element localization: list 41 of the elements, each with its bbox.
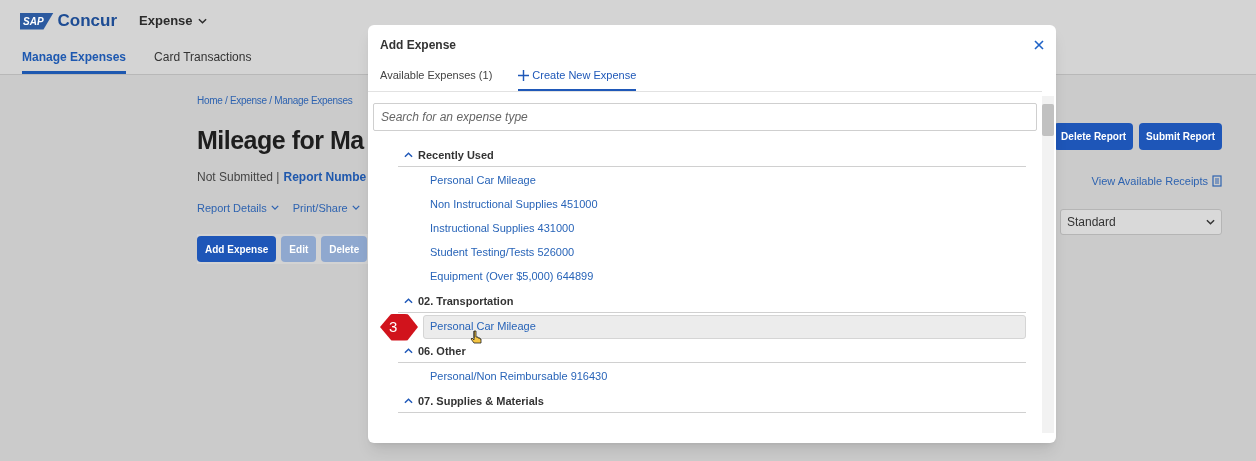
receipts-link[interactable]: View Available Receipts: [1091, 173, 1208, 190]
breadcrumb: Home / Expense / Manage Expenses: [197, 94, 354, 108]
expense-type-item[interactable]: Equipment (Over $5,000) 644899: [423, 264, 1026, 289]
nav-tab[interactable]: Manage Expenses: [22, 42, 127, 74]
chevron-down-icon: [351, 205, 360, 211]
report-button[interactable]: Delete Report: [1054, 123, 1134, 150]
view-select[interactable]: Standard: [1060, 208, 1222, 235]
group-header[interactable]: 02. Transportation: [418, 292, 514, 310]
report-button[interactable]: Submit Report: [1139, 123, 1222, 150]
dialog-tab[interactable]: Available Expenses (1): [380, 67, 493, 91]
report-status: Not Submitted |: [197, 168, 280, 186]
search-field[interactable]: Search for an expense type: [373, 102, 1037, 131]
logo-mark: SAP: [20, 12, 54, 30]
report-title: Mileage for Ma: [197, 125, 366, 156]
expense-type-item[interactable]: Instructional Supplies 431000: [423, 216, 1026, 241]
scrollbar[interactable]: [1042, 95, 1054, 433]
chevron-down-icon: [197, 18, 207, 24]
dialog-title: Add Expense: [380, 37, 457, 54]
receipt-icon: [1212, 175, 1222, 188]
expense-type-item[interactable]: Personal Car Mileage: [423, 168, 1026, 193]
report-menu[interactable]: Report Details: [197, 199, 279, 216]
step-callout: 3: [380, 313, 418, 341]
group-header[interactable]: Recently Used: [418, 146, 494, 164]
action-button[interactable]: Add Expense: [197, 236, 277, 262]
expense-type-item[interactable]: Non Instructional Supplies 451000: [423, 192, 1026, 217]
logo-text: Concur: [57, 10, 118, 33]
report-menu[interactable]: Print/Share: [292, 199, 360, 216]
close-icon[interactable]: [1034, 40, 1044, 50]
group-header[interactable]: 07. Supplies & Materials: [418, 392, 544, 410]
report-number: Report Numbe: [283, 168, 367, 186]
hand-cursor-icon: [470, 329, 482, 344]
dialog-tab[interactable]: Create New Expense: [518, 67, 637, 91]
chevron-down-icon: [270, 205, 279, 211]
expense-type-item[interactable]: Personal/Non Reimbursable 916430: [423, 364, 1026, 389]
expense-type-item[interactable]: Personal Car Mileage: [423, 314, 1026, 339]
chevron-down-icon: [1206, 218, 1215, 225]
group-header[interactable]: 06. Other: [418, 342, 466, 360]
nav-tab[interactable]: Card Transactions: [154, 42, 252, 74]
expense-type-item[interactable]: Student Testing/Tests 526000: [423, 240, 1026, 265]
app-menu[interactable]: Expense: [139, 11, 207, 31]
plus-icon: [518, 69, 530, 81]
